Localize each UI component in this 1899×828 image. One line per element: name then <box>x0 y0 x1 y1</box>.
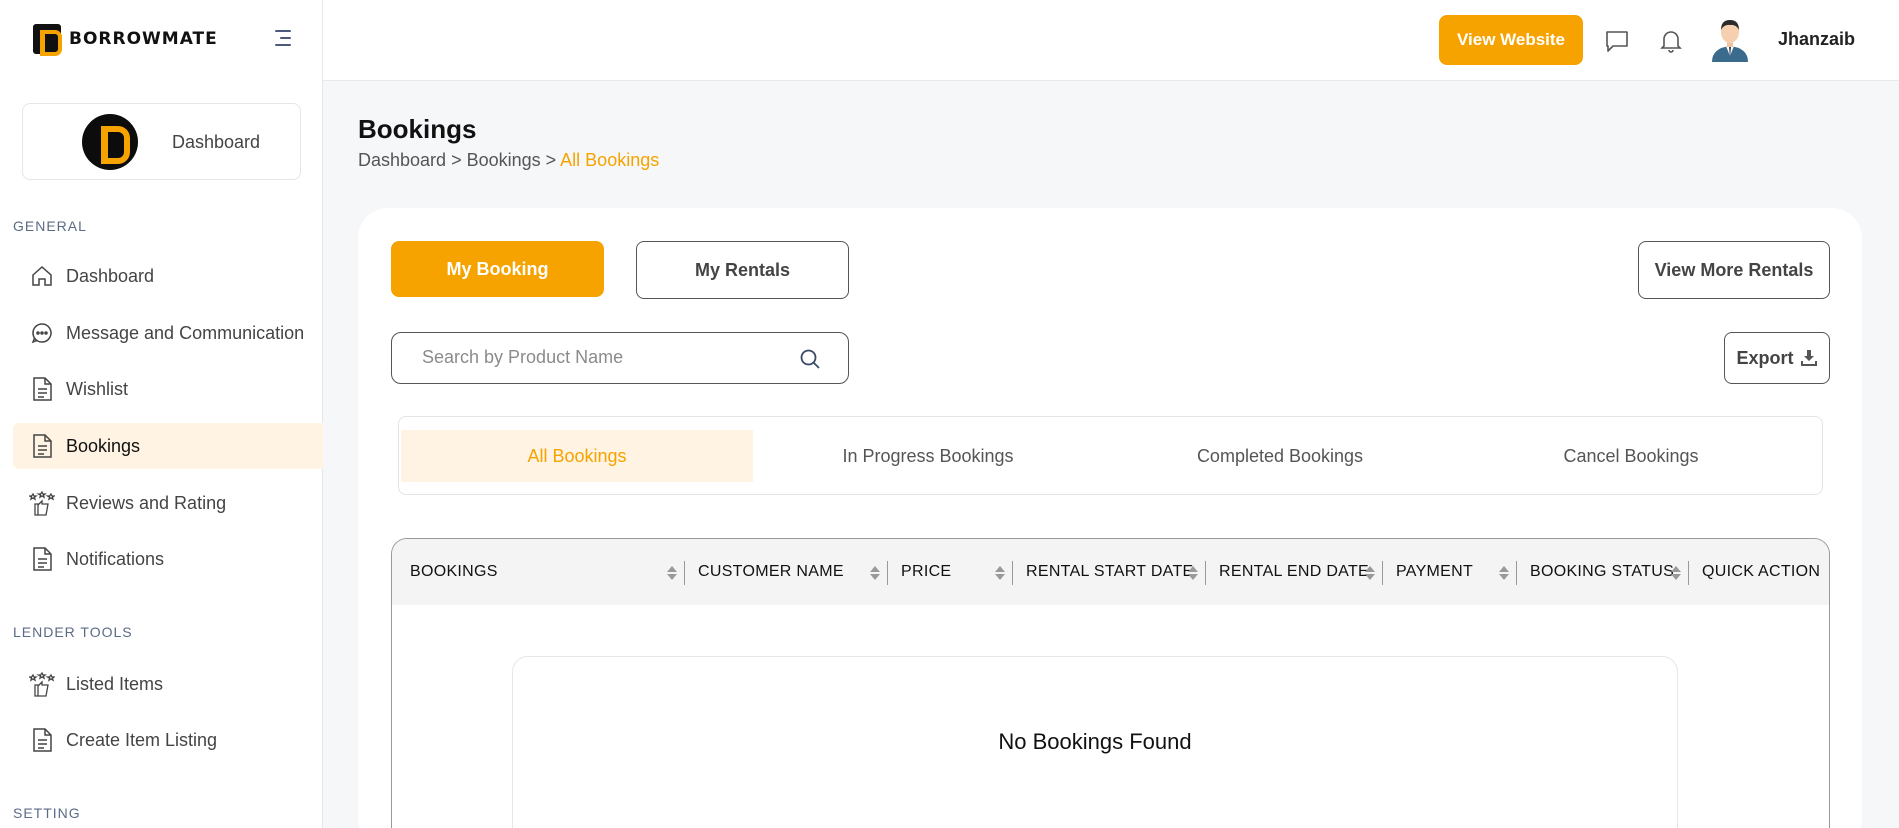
sidebar-item-bookings[interactable]: Bookings <box>13 423 323 469</box>
page-title: Bookings <box>358 114 477 144</box>
breadcrumb-current: All Bookings <box>560 150 660 170</box>
section-title-general: GENERAL <box>13 218 87 234</box>
sidebar-item-listed-items[interactable]: Listed Items <box>13 661 323 707</box>
menu-toggle-icon[interactable] <box>275 30 291 51</box>
document-icon <box>29 727 55 753</box>
profile-logo-avatar <box>82 114 138 170</box>
breadcrumb-dashboard[interactable]: Dashboard <box>358 150 446 170</box>
breadcrumb-bookings[interactable]: Bookings <box>467 150 541 170</box>
search-input[interactable] <box>422 347 782 368</box>
section-title-setting: SETTING <box>13 805 81 821</box>
column-header-rental-start-date[interactable]: RENTAL START DATE <box>1026 539 1194 605</box>
column-divider <box>1382 561 1383 585</box>
sidebar-item-label: Notifications <box>66 548 165 569</box>
column-divider <box>1205 561 1206 585</box>
sort-icon[interactable] <box>870 566 880 580</box>
document-icon <box>29 376 55 402</box>
sort-icon[interactable] <box>1499 566 1509 580</box>
column-header-price[interactable]: PRICE <box>901 539 951 605</box>
empty-state-message: No Bookings Found <box>998 729 1192 754</box>
thumbs-up-stars-icon <box>29 671 55 697</box>
my-rentals-button[interactable]: My Rentals <box>636 241 849 299</box>
column-header-quick-action: QUICK ACTION <box>1702 563 1821 580</box>
thumbs-up-stars-icon <box>29 490 55 516</box>
column-header-payment[interactable]: PAYMENT <box>1396 539 1473 605</box>
sort-icon[interactable] <box>667 566 677 580</box>
document-icon <box>29 433 55 459</box>
sidebar-item-notifications[interactable]: Notifications <box>13 536 323 582</box>
user-avatar[interactable] <box>1708 16 1752 62</box>
bell-icon[interactable] <box>1657 27 1685 55</box>
booking-filter-tabs: All Bookings In Progress Bookings Comple… <box>398 416 1823 495</box>
chat-bubble-icon <box>29 320 55 346</box>
bookings-table: BOOKINGS CUSTOMER NAME PRICE RENTAL STAR… <box>391 538 1830 828</box>
breadcrumb: Dashboard > Bookings > All Bookings <box>358 150 659 171</box>
tab-in-progress-bookings[interactable]: In Progress Bookings <box>752 430 1104 482</box>
sort-icon[interactable] <box>1671 566 1681 580</box>
view-website-button[interactable]: View Website <box>1439 15 1583 65</box>
sidebar-item-create-listing[interactable]: Create Item Listing <box>13 717 323 763</box>
sidebar-item-label: Bookings <box>66 435 141 456</box>
column-divider <box>1688 561 1689 585</box>
empty-state: No Bookings Found <box>512 656 1678 828</box>
sort-icon[interactable] <box>995 566 1005 580</box>
sidebar-item-wishlist[interactable]: Wishlist <box>13 366 323 412</box>
sidebar-profile-card[interactable]: Dashboard <box>22 103 301 180</box>
sidebar: BORROWMATE Dashboard GENERAL Dashboard M… <box>0 0 323 828</box>
tab-cancel-bookings[interactable]: Cancel Bookings <box>1455 430 1807 482</box>
sidebar-item-messages[interactable]: Message and Communication <box>13 310 323 356</box>
logo-text: BORROWMATE <box>69 29 218 49</box>
section-title-lender-tools: LENDER TOOLS <box>13 624 133 640</box>
sidebar-item-label: Reviews and Rating <box>66 492 227 513</box>
document-icon <box>29 546 55 572</box>
breadcrumb-separator: > <box>540 150 561 170</box>
column-divider <box>1012 561 1013 585</box>
sort-icon[interactable] <box>1365 566 1375 580</box>
search-box[interactable] <box>391 332 849 384</box>
sidebar-item-reviews[interactable]: Reviews and Rating <box>13 480 323 526</box>
sort-icon[interactable] <box>1188 566 1198 580</box>
column-header-customer-name[interactable]: CUSTOMER NAME <box>698 539 844 605</box>
search-icon[interactable] <box>798 347 822 371</box>
tab-all-bookings[interactable]: All Bookings <box>401 430 753 482</box>
column-header-booking-status[interactable]: BOOKING STATUS <box>1530 539 1674 605</box>
sidebar-item-dashboard[interactable]: Dashboard <box>13 253 323 299</box>
logo-mark-icon <box>33 24 62 56</box>
column-divider <box>1516 561 1517 585</box>
chat-icon[interactable] <box>1603 27 1631 55</box>
sidebar-item-label: Dashboard <box>66 265 155 286</box>
export-label: Export <box>1736 347 1794 368</box>
profile-card-label: Dashboard <box>172 132 261 152</box>
column-header-rental-end-date[interactable]: RENTAL END DATE <box>1219 539 1369 605</box>
column-divider <box>887 561 888 585</box>
my-booking-button[interactable]: My Booking <box>391 241 604 297</box>
sidebar-item-label: Create Item Listing <box>66 729 218 750</box>
table-header: BOOKINGS CUSTOMER NAME PRICE RENTAL STAR… <box>392 539 1829 605</box>
sidebar-item-label: Wishlist <box>66 378 128 399</box>
download-icon <box>1800 350 1817 366</box>
app-logo[interactable]: BORROWMATE <box>33 24 218 56</box>
sidebar-item-label: Listed Items <box>66 673 164 694</box>
tab-completed-bookings[interactable]: Completed Bookings <box>1104 430 1456 482</box>
sidebar-item-label: Message and Communication <box>66 322 305 343</box>
user-name[interactable]: Jhanzaib <box>1778 29 1855 50</box>
breadcrumb-separator: > <box>446 150 467 170</box>
column-divider <box>684 561 685 585</box>
export-button[interactable]: Export <box>1724 332 1830 384</box>
home-icon <box>29 263 55 289</box>
column-header-bookings[interactable]: BOOKINGS <box>410 539 498 605</box>
view-more-rentals-button[interactable]: View More Rentals <box>1638 241 1830 299</box>
